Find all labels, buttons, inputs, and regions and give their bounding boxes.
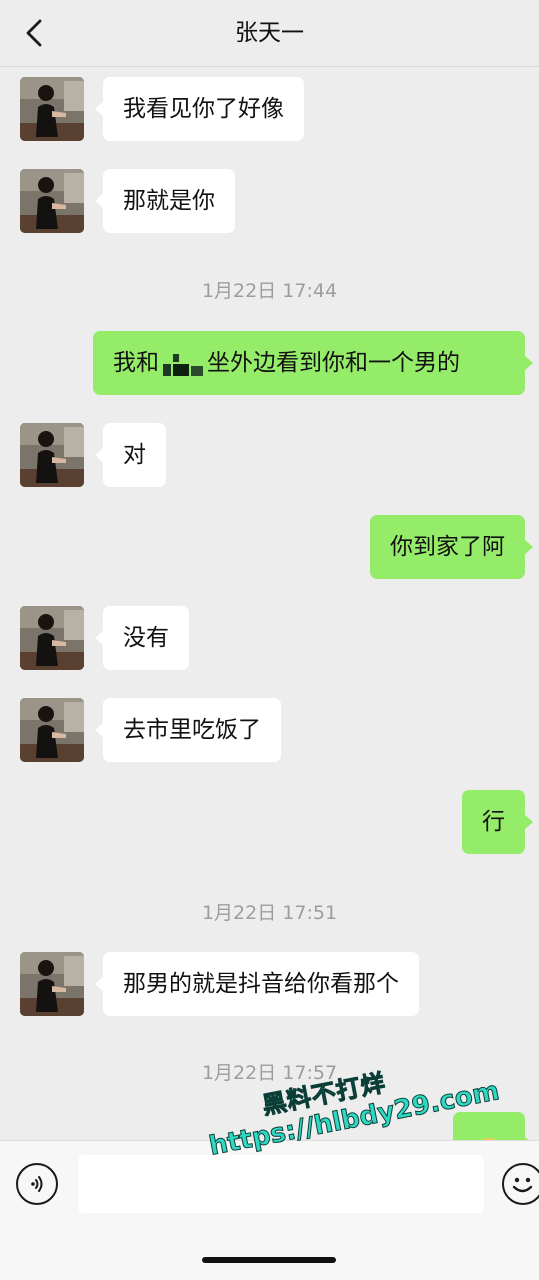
message-text: 那男的就是抖音给你看那个	[123, 971, 399, 997]
message-bubble-incoming[interactable]: 对	[95, 423, 166, 487]
chat-header: 张天一	[0, 0, 539, 67]
voice-icon	[31, 1176, 43, 1192]
message-bubble-outgoing[interactable]: 我和 坐外边看到你和一个男的	[93, 331, 533, 395]
watermark-title: 黑料不打烊	[260, 1068, 389, 1120]
contact-avatar[interactable]	[20, 77, 84, 141]
home-indicator[interactable]	[202, 1257, 336, 1263]
message-bubble-outgoing[interactable]: 行	[462, 790, 533, 854]
message-text: 行	[482, 809, 505, 835]
timestamp: 1月22日 17:57	[201, 1062, 338, 1084]
message-bubble-incoming[interactable]: 那就是你	[95, 169, 235, 233]
emoji-button[interactable]	[502, 1163, 539, 1205]
voice-button[interactable]	[16, 1163, 58, 1205]
contact-avatar[interactable]	[20, 606, 84, 670]
message-bubble-incoming[interactable]: 没有	[95, 606, 189, 670]
message-text: 你到家了阿	[390, 534, 505, 560]
contact-avatar[interactable]	[20, 698, 84, 762]
chat-screen: 张天一 我看见你了好像 那就是你 1月22日 17:44 我和 坐外边看到你和一…	[0, 0, 539, 1280]
contact-avatar[interactable]	[20, 169, 84, 233]
timestamp: 1月22日 17:51	[201, 902, 338, 924]
message-text-part: 我和	[113, 350, 159, 376]
message-bubble-incoming[interactable]: 去市里吃饭了	[95, 698, 281, 762]
message-bubble-incoming[interactable]: 那男的就是抖音给你看那个	[95, 952, 419, 1016]
message-input[interactable]	[78, 1155, 484, 1213]
message-text: 没有	[123, 625, 169, 651]
smiley-icon	[512, 1177, 533, 1193]
message-text-part: 坐外边看到你和一个男的	[207, 350, 460, 376]
timestamp: 1月22日 17:44	[201, 280, 338, 302]
contact-avatar[interactable]	[20, 423, 84, 487]
message-text: 去市里吃饭了	[123, 717, 261, 743]
contact-name: 张天一	[235, 20, 304, 46]
mosaic-redaction	[161, 352, 205, 376]
message-text: 我看见你了好像	[123, 96, 284, 122]
message-bubble-incoming[interactable]: 我看见你了好像	[95, 77, 304, 141]
message-text: 那就是你	[123, 188, 215, 214]
message-bubble-outgoing[interactable]: 你到家了阿	[370, 515, 533, 579]
contact-avatar[interactable]	[20, 952, 84, 1016]
message-text: 对	[123, 442, 146, 468]
